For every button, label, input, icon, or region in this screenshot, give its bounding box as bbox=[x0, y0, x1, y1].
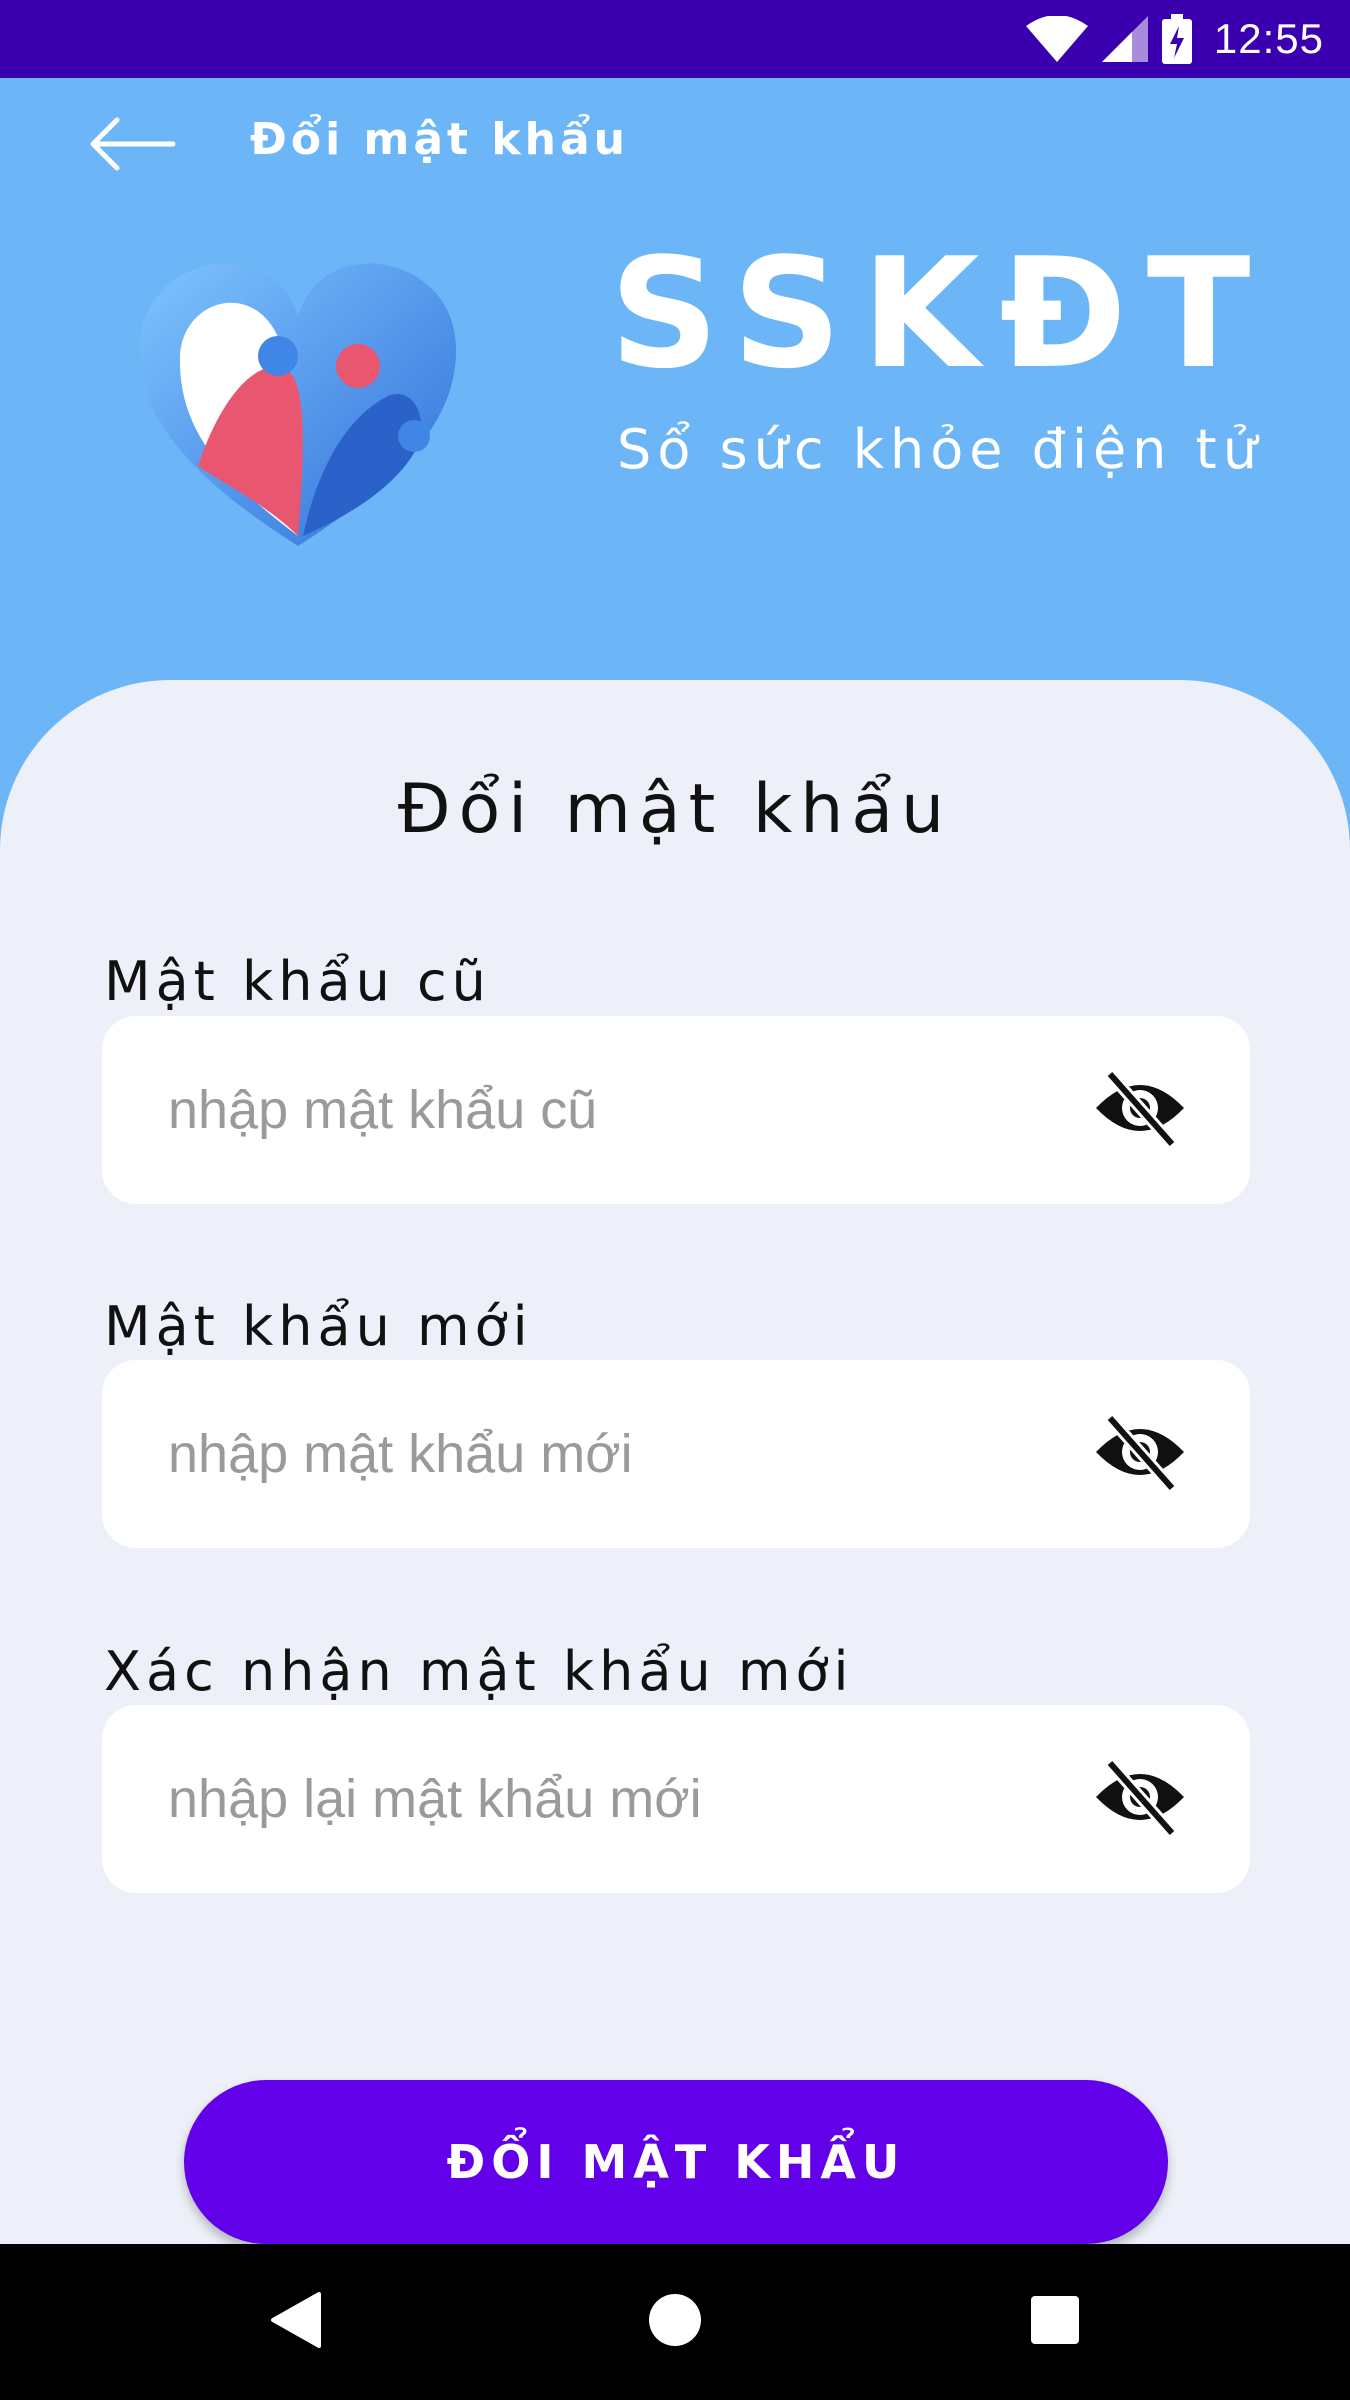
cellular-signal-icon bbox=[1101, 16, 1148, 62]
wifi-icon bbox=[1025, 16, 1088, 62]
old-password-input[interactable] bbox=[168, 1079, 1068, 1141]
arrow-left-icon bbox=[87, 114, 177, 179]
nav-back-button[interactable] bbox=[215, 2244, 375, 2400]
new-password-label: Mật khẩu mới bbox=[104, 1295, 533, 1358]
new-password-input[interactable] bbox=[168, 1423, 1068, 1485]
back-button[interactable] bbox=[82, 106, 182, 186]
toggle-confirm-password-visibility[interactable] bbox=[1090, 1754, 1190, 1844]
brand-subtitle: Sổ sức khỏe điện tử bbox=[617, 418, 1263, 481]
old-password-field bbox=[102, 1016, 1250, 1204]
eye-off-icon bbox=[1092, 1068, 1188, 1153]
form-title: Đổi mật khẩu bbox=[397, 770, 953, 849]
brand-title: SSKĐT bbox=[609, 225, 1271, 402]
home-circle-icon bbox=[647, 2292, 703, 2353]
status-bar: 12:55 bbox=[0, 0, 1350, 78]
status-time: 12:55 bbox=[1213, 15, 1324, 62]
header: Đổi mật khẩu SSKĐT Sổ sức khỏe điện tử bbox=[0, 78, 1350, 678]
confirm-password-field bbox=[102, 1705, 1250, 1893]
nav-home-button[interactable] bbox=[595, 2244, 755, 2400]
eye-off-icon bbox=[1092, 1757, 1188, 1842]
system-nav-bar bbox=[0, 2244, 1350, 2400]
eye-off-icon bbox=[1092, 1412, 1188, 1497]
change-password-button[interactable]: ĐỔI MẬT KHẨU bbox=[184, 2080, 1168, 2244]
change-password-card: Đổi mật khẩu Mật khẩu cũ Mật khẩu mới Xá… bbox=[0, 680, 1350, 2244]
heart-family-logo bbox=[128, 246, 468, 566]
toggle-old-password-visibility[interactable] bbox=[1090, 1065, 1190, 1155]
confirm-password-input[interactable] bbox=[168, 1768, 1068, 1830]
confirm-password-label: Xác nhận mật khẩu mới bbox=[104, 1640, 854, 1703]
toggle-new-password-visibility[interactable] bbox=[1090, 1409, 1190, 1499]
recents-square-icon bbox=[1029, 2294, 1081, 2351]
app-bar-title: Đổi mật khẩu bbox=[250, 114, 629, 165]
battery-charging-icon bbox=[1161, 14, 1192, 64]
back-triangle-icon bbox=[267, 2290, 323, 2355]
old-password-label: Mật khẩu cũ bbox=[104, 950, 491, 1013]
nav-recents-button[interactable] bbox=[975, 2244, 1135, 2400]
new-password-field bbox=[102, 1360, 1250, 1548]
